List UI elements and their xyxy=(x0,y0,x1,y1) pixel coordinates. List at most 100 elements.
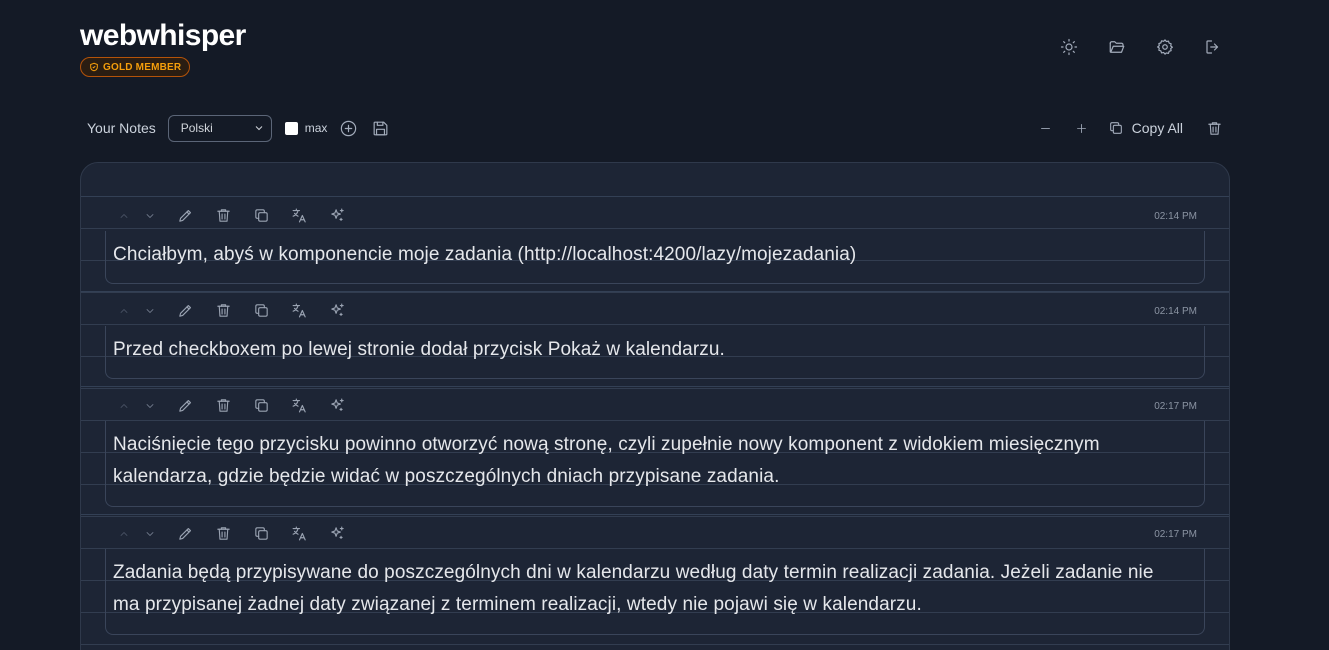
minus-icon xyxy=(1041,127,1050,129)
app-title: webwhisper xyxy=(80,19,246,52)
chevron-up-icon xyxy=(118,209,130,227)
language-select-value: Polski xyxy=(180,121,213,135)
plus-circle-icon xyxy=(340,120,357,136)
edit-note-button[interactable] xyxy=(175,527,195,545)
chevron-down-icon xyxy=(144,209,156,227)
chevron-up-icon xyxy=(118,527,130,545)
pencil-icon xyxy=(177,525,194,547)
notes-toolbar: Your Notes Polski max Copy All xyxy=(87,114,1223,142)
translate-note-button[interactable] xyxy=(289,207,309,229)
edit-note-button[interactable] xyxy=(175,209,195,227)
copy-icon xyxy=(1109,122,1122,134)
note-item: 02:17 PM Zadania będą przypisywane do pos… xyxy=(81,514,1229,642)
delete-note-button[interactable] xyxy=(213,209,233,227)
translate-note-button[interactable] xyxy=(289,525,309,547)
move-up-button[interactable] xyxy=(117,304,131,322)
trash-icon xyxy=(215,302,232,324)
chevron-up-icon xyxy=(118,399,130,417)
pencil-icon xyxy=(177,207,194,229)
pencil-icon xyxy=(177,397,194,419)
copy-note-button[interactable] xyxy=(251,304,271,322)
sparkles-icon xyxy=(329,302,346,324)
chevron-down-icon xyxy=(144,527,156,545)
chevron-down-icon xyxy=(144,399,156,417)
toolbar-right: Copy All xyxy=(1018,118,1223,138)
chevron-down-icon xyxy=(255,126,263,131)
note-timestamp: 02:14 PM xyxy=(1154,211,1197,222)
save-button[interactable] xyxy=(370,118,390,138)
logout-button[interactable] xyxy=(1203,36,1223,58)
delete-all-button[interactable] xyxy=(1205,118,1223,138)
move-down-button[interactable] xyxy=(143,209,157,227)
sparkles-icon xyxy=(329,397,346,419)
add-note-button[interactable] xyxy=(338,118,358,138)
note-text[interactable]: Przed checkboxem po lewej stronie dodał … xyxy=(113,334,1169,366)
membership-badge: GOLD MEMBER xyxy=(80,57,191,77)
move-up-button[interactable] xyxy=(117,209,131,227)
copy-icon xyxy=(253,397,270,419)
delete-note-button[interactable] xyxy=(213,304,233,322)
copy-icon xyxy=(253,302,270,324)
ai-enhance-button[interactable] xyxy=(327,397,347,419)
notes-label: Your Notes xyxy=(87,120,156,136)
translate-icon xyxy=(291,302,308,324)
plus-icon xyxy=(1077,123,1086,133)
zoom-in-button[interactable] xyxy=(1074,118,1090,138)
copy-note-button[interactable] xyxy=(251,209,271,227)
move-up-button[interactable] xyxy=(117,399,131,417)
copy-note-button[interactable] xyxy=(251,527,271,545)
note-actions xyxy=(117,207,365,229)
translate-icon xyxy=(291,525,308,547)
note-timestamp: 02:17 PM xyxy=(1154,401,1197,412)
trash-icon xyxy=(215,525,232,547)
translate-icon xyxy=(291,397,308,419)
copy-note-button[interactable] xyxy=(251,399,271,417)
logout-icon xyxy=(1206,40,1219,54)
note-text[interactable]: Zadania będą przypisywane do poszczególn… xyxy=(113,557,1169,621)
note-item: 02:17 PM Naciśnięcie tego przycisku powin… xyxy=(81,386,1229,514)
note-actions xyxy=(117,525,365,547)
copy-all-button[interactable]: Copy All xyxy=(1108,120,1183,136)
translate-note-button[interactable] xyxy=(289,397,309,419)
save-icon xyxy=(373,121,388,135)
note-item: 02:14 PM Przed checkboxem po lewej stroni… xyxy=(81,291,1229,386)
note-timestamp: 02:17 PM xyxy=(1154,529,1197,540)
language-select[interactable]: Polski xyxy=(167,114,272,142)
theme-toggle-button[interactable] xyxy=(1059,36,1079,58)
note-text[interactable]: Chciałbym, abyś w komponencie moje zadan… xyxy=(113,239,1169,271)
delete-note-button[interactable] xyxy=(213,399,233,417)
folder-open-icon xyxy=(1109,41,1125,53)
note-actions xyxy=(117,302,365,324)
open-folder-button[interactable] xyxy=(1107,36,1127,58)
max-checkbox[interactable] xyxy=(284,121,298,135)
header-actions xyxy=(1059,36,1223,58)
translate-note-button[interactable] xyxy=(289,302,309,324)
move-down-button[interactable] xyxy=(143,527,157,545)
ai-enhance-button[interactable] xyxy=(327,526,347,545)
copy-icon xyxy=(253,525,270,547)
sparkles-icon xyxy=(329,207,346,229)
zoom-out-button[interactable] xyxy=(1038,118,1054,138)
edit-note-button[interactable] xyxy=(175,304,195,322)
note-text[interactable]: Naciśnięcie tego przycisku powinno otwor… xyxy=(113,429,1169,493)
trash-icon xyxy=(1207,121,1221,135)
ai-enhance-button[interactable] xyxy=(327,302,347,324)
move-down-button[interactable] xyxy=(143,399,157,417)
trash-icon xyxy=(215,397,232,419)
max-label: max xyxy=(304,121,328,135)
sun-icon xyxy=(1060,38,1078,56)
edit-note-button[interactable] xyxy=(175,399,195,417)
settings-button[interactable] xyxy=(1155,36,1175,58)
shield-icon xyxy=(90,62,98,72)
move-up-button[interactable] xyxy=(117,527,131,545)
note-timestamp: 02:14 PM xyxy=(1154,306,1197,317)
badge-label: GOLD MEMBER xyxy=(103,61,182,73)
chevron-up-icon xyxy=(118,304,130,322)
pencil-icon xyxy=(177,302,194,324)
note-item: 02:14 PM Chciałbym, abyś w komponencie mo… xyxy=(81,196,1229,291)
move-down-button[interactable] xyxy=(143,304,157,322)
ai-enhance-button[interactable] xyxy=(327,207,347,229)
translate-icon xyxy=(291,207,308,229)
app-header: webwhisper GOLD MEMBER xyxy=(80,18,246,77)
delete-note-button[interactable] xyxy=(213,527,233,545)
